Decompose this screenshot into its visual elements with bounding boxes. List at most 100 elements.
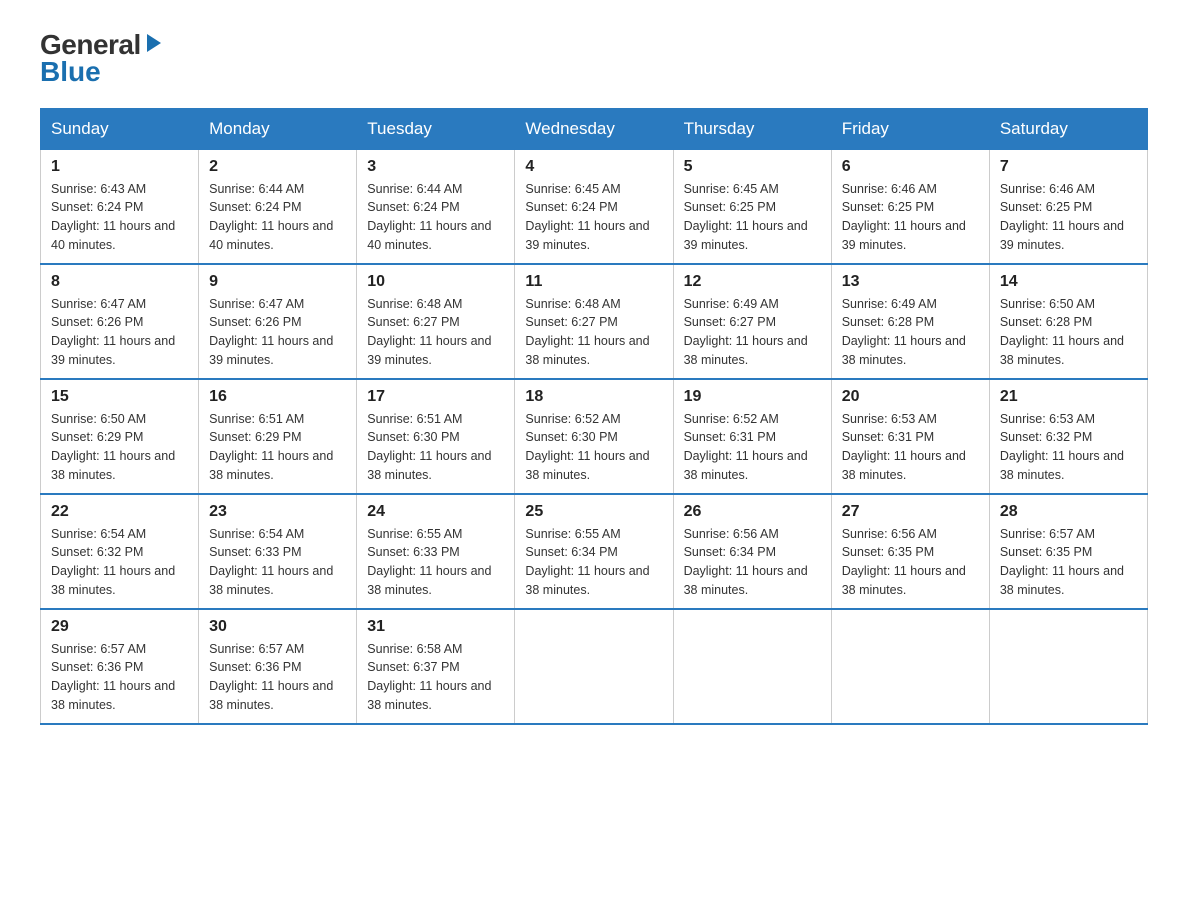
calendar-day-cell: 27 Sunrise: 6:56 AM Sunset: 6:35 PM Dayl… [831, 494, 989, 609]
day-info: Sunrise: 6:44 AM Sunset: 6:24 PM Dayligh… [367, 180, 504, 255]
calendar-week-row: 29 Sunrise: 6:57 AM Sunset: 6:36 PM Dayl… [41, 609, 1148, 724]
calendar-table: SundayMondayTuesdayWednesdayThursdayFrid… [40, 108, 1148, 725]
calendar-header: SundayMondayTuesdayWednesdayThursdayFrid… [41, 108, 1148, 149]
calendar-day-cell: 3 Sunrise: 6:44 AM Sunset: 6:24 PM Dayli… [357, 149, 515, 264]
logo: General Blue [40, 30, 165, 88]
day-number: 20 [842, 388, 979, 406]
calendar-header-cell: Wednesday [515, 108, 673, 149]
calendar-day-cell: 5 Sunrise: 6:45 AM Sunset: 6:25 PM Dayli… [673, 149, 831, 264]
day-number: 28 [1000, 503, 1137, 521]
day-number: 31 [367, 618, 504, 636]
day-info: Sunrise: 6:57 AM Sunset: 6:36 PM Dayligh… [51, 640, 188, 715]
day-number: 1 [51, 158, 188, 176]
day-number: 21 [1000, 388, 1137, 406]
day-info: Sunrise: 6:52 AM Sunset: 6:31 PM Dayligh… [684, 410, 821, 485]
calendar-day-cell: 10 Sunrise: 6:48 AM Sunset: 6:27 PM Dayl… [357, 264, 515, 379]
calendar-day-cell [673, 609, 831, 724]
calendar-day-cell: 17 Sunrise: 6:51 AM Sunset: 6:30 PM Dayl… [357, 379, 515, 494]
calendar-header-cell: Saturday [989, 108, 1147, 149]
calendar-body: 1 Sunrise: 6:43 AM Sunset: 6:24 PM Dayli… [41, 149, 1148, 724]
calendar-day-cell: 9 Sunrise: 6:47 AM Sunset: 6:26 PM Dayli… [199, 264, 357, 379]
day-info: Sunrise: 6:56 AM Sunset: 6:34 PM Dayligh… [684, 525, 821, 600]
calendar-day-cell: 22 Sunrise: 6:54 AM Sunset: 6:32 PM Dayl… [41, 494, 199, 609]
day-info: Sunrise: 6:49 AM Sunset: 6:28 PM Dayligh… [842, 295, 979, 370]
day-number: 7 [1000, 158, 1137, 176]
calendar-week-row: 1 Sunrise: 6:43 AM Sunset: 6:24 PM Dayli… [41, 149, 1148, 264]
day-number: 18 [525, 388, 662, 406]
day-info: Sunrise: 6:52 AM Sunset: 6:30 PM Dayligh… [525, 410, 662, 485]
calendar-day-cell: 24 Sunrise: 6:55 AM Sunset: 6:33 PM Dayl… [357, 494, 515, 609]
day-number: 29 [51, 618, 188, 636]
day-info: Sunrise: 6:46 AM Sunset: 6:25 PM Dayligh… [842, 180, 979, 255]
day-number: 5 [684, 158, 821, 176]
day-number: 30 [209, 618, 346, 636]
calendar-header-cell: Thursday [673, 108, 831, 149]
logo-blue-text: Blue [40, 57, 101, 88]
calendar-day-cell: 19 Sunrise: 6:52 AM Sunset: 6:31 PM Dayl… [673, 379, 831, 494]
day-info: Sunrise: 6:50 AM Sunset: 6:29 PM Dayligh… [51, 410, 188, 485]
day-number: 23 [209, 503, 346, 521]
calendar-day-cell: 23 Sunrise: 6:54 AM Sunset: 6:33 PM Dayl… [199, 494, 357, 609]
calendar-day-cell: 14 Sunrise: 6:50 AM Sunset: 6:28 PM Dayl… [989, 264, 1147, 379]
calendar-day-cell [831, 609, 989, 724]
calendar-day-cell: 31 Sunrise: 6:58 AM Sunset: 6:37 PM Dayl… [357, 609, 515, 724]
calendar-day-cell: 7 Sunrise: 6:46 AM Sunset: 6:25 PM Dayli… [989, 149, 1147, 264]
day-info: Sunrise: 6:53 AM Sunset: 6:31 PM Dayligh… [842, 410, 979, 485]
calendar-day-cell: 30 Sunrise: 6:57 AM Sunset: 6:36 PM Dayl… [199, 609, 357, 724]
calendar-day-cell: 6 Sunrise: 6:46 AM Sunset: 6:25 PM Dayli… [831, 149, 989, 264]
calendar-day-cell: 13 Sunrise: 6:49 AM Sunset: 6:28 PM Dayl… [831, 264, 989, 379]
calendar-day-cell: 1 Sunrise: 6:43 AM Sunset: 6:24 PM Dayli… [41, 149, 199, 264]
day-info: Sunrise: 6:54 AM Sunset: 6:33 PM Dayligh… [209, 525, 346, 600]
day-info: Sunrise: 6:54 AM Sunset: 6:32 PM Dayligh… [51, 525, 188, 600]
day-info: Sunrise: 6:53 AM Sunset: 6:32 PM Dayligh… [1000, 410, 1137, 485]
day-info: Sunrise: 6:56 AM Sunset: 6:35 PM Dayligh… [842, 525, 979, 600]
day-info: Sunrise: 6:46 AM Sunset: 6:25 PM Dayligh… [1000, 180, 1137, 255]
calendar-week-row: 15 Sunrise: 6:50 AM Sunset: 6:29 PM Dayl… [41, 379, 1148, 494]
day-info: Sunrise: 6:55 AM Sunset: 6:33 PM Dayligh… [367, 525, 504, 600]
calendar-day-cell [989, 609, 1147, 724]
calendar-day-cell: 15 Sunrise: 6:50 AM Sunset: 6:29 PM Dayl… [41, 379, 199, 494]
day-number: 3 [367, 158, 504, 176]
day-number: 4 [525, 158, 662, 176]
calendar-day-cell: 12 Sunrise: 6:49 AM Sunset: 6:27 PM Dayl… [673, 264, 831, 379]
calendar-day-cell: 29 Sunrise: 6:57 AM Sunset: 6:36 PM Dayl… [41, 609, 199, 724]
day-number: 2 [209, 158, 346, 176]
day-info: Sunrise: 6:51 AM Sunset: 6:29 PM Dayligh… [209, 410, 346, 485]
day-info: Sunrise: 6:47 AM Sunset: 6:26 PM Dayligh… [51, 295, 188, 370]
day-number: 25 [525, 503, 662, 521]
calendar-week-row: 8 Sunrise: 6:47 AM Sunset: 6:26 PM Dayli… [41, 264, 1148, 379]
page-header: General Blue [40, 30, 1148, 88]
calendar-header-cell: Tuesday [357, 108, 515, 149]
day-info: Sunrise: 6:44 AM Sunset: 6:24 PM Dayligh… [209, 180, 346, 255]
calendar-week-row: 22 Sunrise: 6:54 AM Sunset: 6:32 PM Dayl… [41, 494, 1148, 609]
day-number: 13 [842, 273, 979, 291]
calendar-header-cell: Monday [199, 108, 357, 149]
day-info: Sunrise: 6:43 AM Sunset: 6:24 PM Dayligh… [51, 180, 188, 255]
day-number: 9 [209, 273, 346, 291]
calendar-day-cell: 28 Sunrise: 6:57 AM Sunset: 6:35 PM Dayl… [989, 494, 1147, 609]
calendar-day-cell: 11 Sunrise: 6:48 AM Sunset: 6:27 PM Dayl… [515, 264, 673, 379]
day-info: Sunrise: 6:58 AM Sunset: 6:37 PM Dayligh… [367, 640, 504, 715]
calendar-day-cell: 18 Sunrise: 6:52 AM Sunset: 6:30 PM Dayl… [515, 379, 673, 494]
day-number: 6 [842, 158, 979, 176]
day-info: Sunrise: 6:45 AM Sunset: 6:24 PM Dayligh… [525, 180, 662, 255]
logo-arrow-icon [143, 32, 165, 54]
calendar-day-cell: 2 Sunrise: 6:44 AM Sunset: 6:24 PM Dayli… [199, 149, 357, 264]
day-number: 15 [51, 388, 188, 406]
calendar-day-cell [515, 609, 673, 724]
day-number: 11 [525, 273, 662, 291]
day-info: Sunrise: 6:48 AM Sunset: 6:27 PM Dayligh… [367, 295, 504, 370]
day-info: Sunrise: 6:51 AM Sunset: 6:30 PM Dayligh… [367, 410, 504, 485]
day-number: 16 [209, 388, 346, 406]
day-number: 24 [367, 503, 504, 521]
day-number: 22 [51, 503, 188, 521]
calendar-day-cell: 25 Sunrise: 6:55 AM Sunset: 6:34 PM Dayl… [515, 494, 673, 609]
day-info: Sunrise: 6:55 AM Sunset: 6:34 PM Dayligh… [525, 525, 662, 600]
day-info: Sunrise: 6:47 AM Sunset: 6:26 PM Dayligh… [209, 295, 346, 370]
calendar-day-cell: 20 Sunrise: 6:53 AM Sunset: 6:31 PM Dayl… [831, 379, 989, 494]
day-info: Sunrise: 6:57 AM Sunset: 6:36 PM Dayligh… [209, 640, 346, 715]
calendar-day-cell: 21 Sunrise: 6:53 AM Sunset: 6:32 PM Dayl… [989, 379, 1147, 494]
calendar-day-cell: 8 Sunrise: 6:47 AM Sunset: 6:26 PM Dayli… [41, 264, 199, 379]
calendar-header-cell: Sunday [41, 108, 199, 149]
day-number: 19 [684, 388, 821, 406]
